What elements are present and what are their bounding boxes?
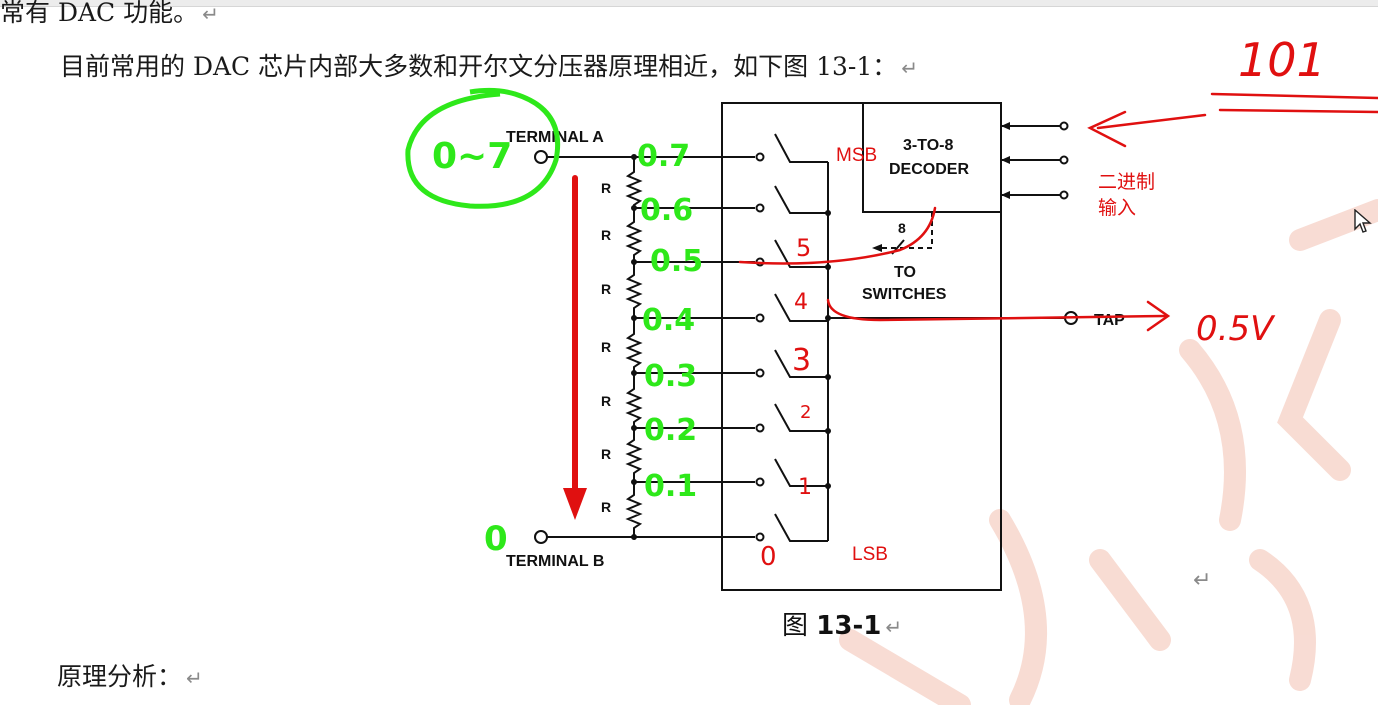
figure-caption: 图 13-1 ↵ — [782, 610, 902, 643]
switch-number: 5 — [796, 234, 811, 262]
node-voltage: 0.1 — [644, 469, 697, 504]
binary-input-label-1: 二进制 — [1098, 171, 1155, 193]
node-voltage: 0.4 — [642, 303, 695, 338]
resistor-label: R — [601, 339, 611, 355]
mouse-cursor-icon — [1354, 209, 1372, 233]
resistor-label: R — [601, 446, 611, 462]
resistor-label: R — [601, 499, 611, 515]
binary-code-annotation: 101 — [1238, 33, 1326, 87]
msb-label: MSB — [836, 145, 877, 166]
switch-number: 3 — [792, 343, 811, 378]
decoder-label-2: DECODER — [889, 161, 969, 178]
node-voltage: 0.3 — [644, 359, 697, 394]
decoder-box — [862, 102, 1002, 213]
switches-label: SWITCHES — [862, 286, 947, 303]
top-voltage-annotation: 0~7 — [432, 136, 512, 177]
resistor-label: R — [601, 281, 611, 297]
switch-number: 2 — [800, 402, 811, 423]
resistor-label: R — [601, 180, 611, 196]
text-analysis: 原理分析： — [57, 662, 183, 691]
return-mark-icon: ↵ — [186, 666, 203, 690]
resistor-label: R — [601, 393, 611, 409]
terminal-b-label: TERMINAL B — [506, 553, 604, 570]
return-mark-icon: ↵ — [885, 615, 903, 639]
caption-number: 13-1 — [816, 611, 882, 641]
kelvin-divider-diagram: TERMINAL A TERMINAL B R R R R R R R 3-TO… — [405, 33, 1378, 591]
switch-number: 1 — [798, 475, 812, 500]
lsb-label: LSB — [852, 544, 888, 565]
bus-width-label: 8 — [898, 220, 906, 236]
node-voltage: 0.7 — [637, 139, 690, 174]
bottom-voltage-annotation: 0 — [484, 519, 508, 559]
terminal-b-node — [534, 530, 548, 544]
to-label: TO — [894, 264, 916, 281]
caption-prefix: 图 — [782, 611, 809, 641]
node-voltage: 0.2 — [644, 413, 697, 448]
document-page: 常有 DAC 功能。 ↵ 目前常用的 DAC 芯片内部大多数和开尔文分压器原理相近… — [0, 0, 1378, 705]
binary-input-label-2: 输入 — [1098, 197, 1136, 219]
tap-voltage-annotation: 0.5V — [1196, 309, 1276, 349]
text-line-analysis: 原理分析： ↵ — [57, 662, 203, 693]
switch-number: 4 — [794, 290, 808, 315]
arrow-head-icon — [563, 488, 587, 520]
node-voltage: 0.5 — [650, 244, 703, 279]
resistor-label: R — [601, 227, 611, 243]
node-voltage: 0.6 — [640, 193, 693, 228]
tap-label: TAP — [1094, 312, 1125, 329]
switch-number: 0 — [760, 542, 777, 572]
return-mark-icon: ↵ — [1193, 568, 1212, 593]
terminal-a-node — [534, 150, 548, 164]
decoder-label-1: 3-TO-8 — [903, 137, 953, 154]
